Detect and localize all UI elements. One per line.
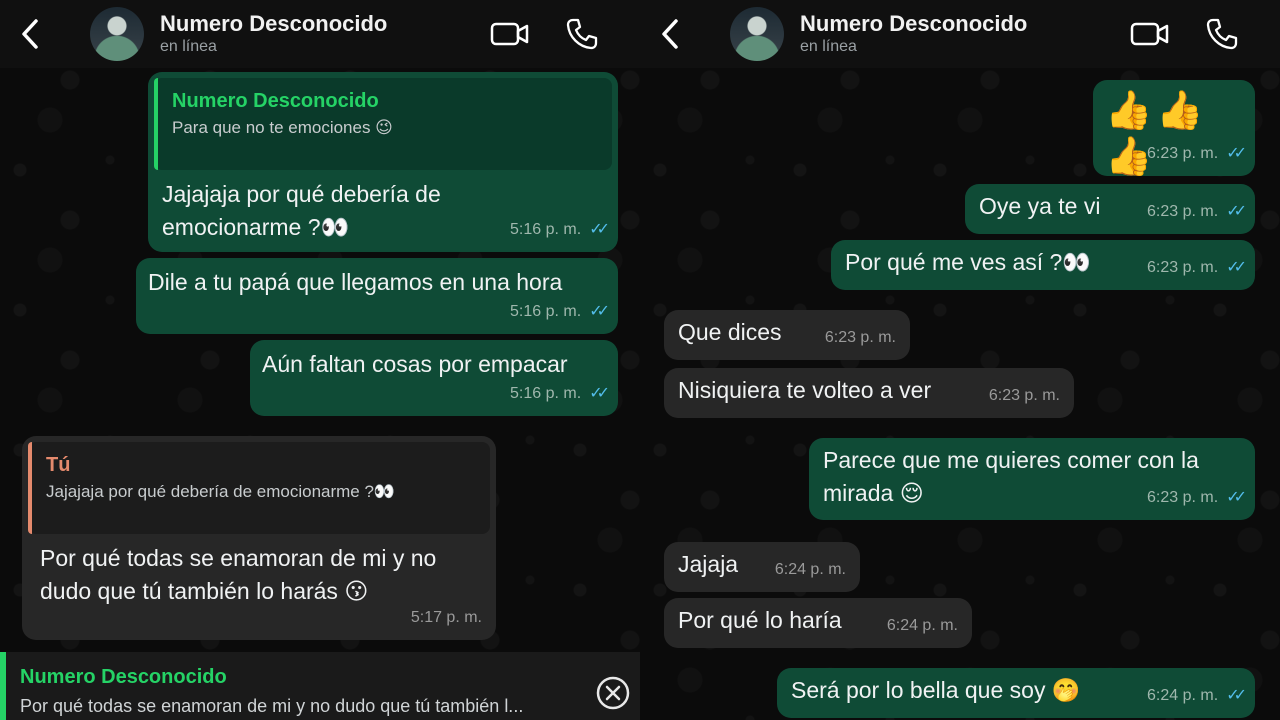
message-bubble-outgoing[interactable]: Aún faltan cosas por empacar 5:16 p. m. ✓…: [250, 340, 618, 416]
contact-status: en línea: [160, 38, 217, 55]
message-meta: 6:23 p. m.: [989, 379, 1060, 412]
message-bubble-outgoing[interactable]: Parece que me quieres comer con la mirad…: [809, 438, 1255, 520]
voice-call-button[interactable]: [562, 14, 602, 54]
quoted-message[interactable]: Numero Desconocido Para que no te emocio…: [154, 78, 612, 170]
quote-text: Para que no te emociones 😉: [172, 118, 393, 137]
phone-icon: [1206, 18, 1238, 50]
message-meta: 6:24 p. m.: [887, 609, 958, 642]
read-ticks-icon: ✓✓: [1226, 687, 1247, 704]
message-bubble-outgoing[interactable]: Por qué me ves así ?👀 6:23 p. m. ✓✓: [831, 240, 1255, 290]
video-call-button[interactable]: [1130, 14, 1170, 54]
message-text: Jajajaja por qué debería de emocionarme …: [162, 181, 441, 240]
message-time: 6:24 p. m.: [886, 617, 958, 634]
phone-icon: [566, 18, 598, 50]
message-meta: 6:24 p. m. ✓✓: [1147, 679, 1247, 712]
contact-info[interactable]: Numero Desconocido en línea: [160, 11, 490, 57]
message-time: 6:23 p. m.: [1147, 259, 1219, 276]
back-button[interactable]: [640, 0, 700, 68]
contact-name: Numero Desconocido: [800, 11, 1028, 36]
avatar[interactable]: [730, 7, 784, 61]
contact-info[interactable]: Numero Desconocido en línea: [800, 11, 1130, 57]
message-bubble-incoming[interactable]: Jajaja 6:24 p. m.: [664, 542, 860, 592]
voice-call-button[interactable]: [1202, 14, 1242, 54]
video-call-button[interactable]: [490, 14, 530, 54]
message-bubble-outgoing[interactable]: 👍👍👍 6:23 p. m. ✓✓: [1093, 80, 1255, 178]
avatar[interactable]: [90, 7, 144, 61]
message-meta: 5:17 p. m.: [411, 601, 482, 634]
message-bubble-incoming[interactable]: Que dices 6:23 p. m.: [664, 310, 910, 360]
message-time: 5:16 p. m.: [510, 303, 582, 320]
message-bubble-incoming[interactable]: Por qué lo haría 6:24 p. m.: [664, 598, 972, 648]
chat-header: Numero Desconocido en línea: [0, 0, 640, 68]
reply-author: Numero Desconocido: [20, 666, 227, 688]
message-time: 5:17 p. m.: [410, 609, 482, 626]
reply-preview-bar: Numero Desconocido Por qué todas se enam…: [0, 652, 640, 720]
video-camera-icon: [490, 22, 529, 46]
message-meta: 6:24 p. m.: [775, 553, 846, 586]
message-time: 6:23 p. m.: [824, 329, 896, 346]
message-time: 6:23 p. m.: [1147, 145, 1219, 162]
quote-text: Jajajaja por qué debería de emocionarme …: [46, 482, 396, 501]
message-time: 6:24 p. m.: [1147, 687, 1219, 704]
message-time: 5:16 p. m.: [510, 221, 582, 238]
message-meta: 5:16 p. m. ✓✓: [510, 377, 610, 410]
read-ticks-icon: ✓✓: [1226, 203, 1247, 220]
message-bubble-outgoing[interactable]: Numero Desconocido Para que no te emocio…: [148, 72, 618, 252]
contact-name: Numero Desconocido: [160, 11, 388, 36]
message-meta: 6:23 p. m. ✓✓: [1147, 137, 1247, 170]
contact-status: en línea: [800, 38, 857, 55]
message-bubble-incoming[interactable]: Tú Jajajaja por qué debería de emocionar…: [22, 436, 496, 640]
message-time: 6:23 p. m.: [1147, 203, 1219, 220]
chat-panel-right: Numero Desconocido en línea 👍👍👍 6:23 p. …: [640, 0, 1280, 720]
reply-accent: [0, 652, 6, 720]
quoted-message[interactable]: Tú Jajajaja por qué debería de emocionar…: [28, 442, 490, 534]
message-meta: 6:23 p. m. ✓✓: [1147, 481, 1247, 514]
message-meta: 6:23 p. m. ✓✓: [1147, 251, 1247, 284]
back-button[interactable]: [0, 0, 60, 68]
message-bubble-outgoing[interactable]: Oye ya te vi 6:23 p. m. ✓✓: [965, 184, 1255, 234]
chat-panel-left: Numero Desconocido en línea Numero Desco…: [0, 0, 640, 720]
message-meta: 5:16 p. m. ✓✓: [510, 295, 610, 328]
read-ticks-icon: ✓✓: [1226, 145, 1247, 162]
read-ticks-icon: ✓✓: [589, 303, 610, 320]
chevron-left-icon: [22, 19, 38, 49]
read-ticks-icon: ✓✓: [1226, 259, 1247, 276]
read-ticks-icon: ✓✓: [1226, 489, 1247, 506]
message-time: 5:16 p. m.: [510, 385, 582, 402]
message-meta: 6:23 p. m.: [825, 321, 896, 354]
video-camera-icon: [1130, 22, 1169, 46]
close-circle-icon: [596, 676, 630, 710]
read-ticks-icon: ✓✓: [589, 385, 610, 402]
quote-author: Numero Desconocido: [172, 90, 379, 112]
quote-author: Tú: [46, 454, 71, 476]
message-bubble-incoming[interactable]: Nisiquiera te volteo a ver 6:23 p. m.: [664, 368, 1074, 418]
message-meta: 6:23 p. m. ✓✓: [1147, 195, 1247, 228]
message-time: 6:24 p. m.: [774, 561, 846, 578]
read-ticks-icon: ✓✓: [589, 221, 610, 238]
message-bubble-outgoing[interactable]: Dile a tu papá que llegamos en una hora …: [136, 258, 618, 334]
message-text: Por qué todas se enamoran de mi y no dud…: [40, 545, 437, 604]
chevron-left-icon: [662, 19, 678, 49]
cancel-reply-button[interactable]: [596, 676, 630, 710]
message-time: 6:23 p. m.: [988, 387, 1060, 404]
message-meta: 5:16 p. m. ✓✓: [510, 213, 610, 246]
message-bubble-outgoing[interactable]: Será por lo bella que soy 🤭 6:24 p. m. ✓✓: [777, 668, 1255, 718]
chat-header: Numero Desconocido en línea: [640, 0, 1280, 68]
reply-text: Por qué todas se enamoran de mi y no dud…: [20, 696, 524, 716]
message-time: 6:23 p. m.: [1147, 489, 1219, 506]
